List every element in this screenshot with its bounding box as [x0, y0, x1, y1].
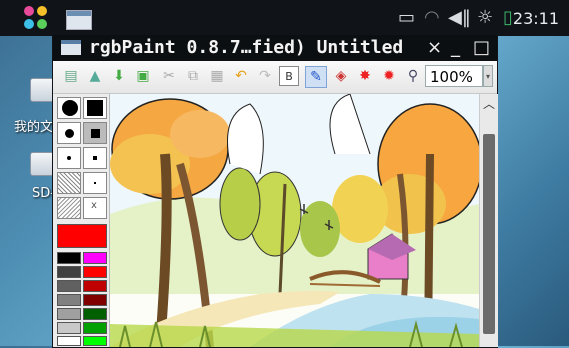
save-as-icon[interactable]: ▣ — [133, 66, 153, 86]
open-file-icon[interactable]: ▲ — [85, 66, 105, 86]
brush-square-medium[interactable] — [83, 122, 107, 144]
redo-icon[interactable]: ↷ — [255, 66, 275, 86]
color-swatch[interactable] — [83, 266, 107, 278]
color-swatch[interactable] — [57, 294, 81, 306]
brush-round-small[interactable] — [57, 147, 81, 169]
new-file-icon[interactable]: ▤ — [61, 66, 81, 86]
title-bar[interactable]: rgbPaint 0.8.7…fied) Untitled × _ □ — [53, 35, 497, 61]
volume-icon[interactable]: ◀‖ — [448, 8, 471, 28]
brush-square-small[interactable] — [83, 147, 107, 169]
color-swatch[interactable] — [57, 336, 81, 346]
color-swatch[interactable] — [83, 294, 107, 306]
save-icon[interactable]: ⬇ — [109, 66, 129, 86]
color-swatch[interactable] — [57, 266, 81, 278]
taskbar-window-icon[interactable] — [66, 10, 92, 30]
color-swatch[interactable] — [83, 308, 107, 320]
brush-square-large[interactable] — [83, 97, 107, 119]
zoom-select[interactable]: 100% — [425, 65, 483, 87]
color-swatch[interactable] — [57, 280, 81, 292]
scroll-up-icon[interactable]: ︿ — [482, 97, 496, 111]
color-swatch[interactable] — [83, 252, 107, 264]
copy-icon[interactable]: ⧉ — [183, 66, 203, 86]
scrollbar-thumb[interactable] — [483, 134, 495, 334]
color-swatch[interactable] — [83, 336, 107, 346]
status-bar: ▭ ◠ ◀‖ ☼ ▯ 23:11 — [0, 0, 569, 36]
toolbar: ▤ ▲ ⬇ ▣ ✂ ⧉ ▦ ↶ ↷ B ✎ ◈ ✸ ✹ ⚲ 100% ▾ — [53, 61, 497, 94]
close-button[interactable]: × — [427, 37, 442, 59]
color-swatch[interactable] — [57, 252, 81, 264]
paste-icon[interactable]: ▦ — [207, 66, 227, 86]
cut-icon[interactable]: ✂ — [159, 66, 179, 86]
spray-icon[interactable]: ✸ — [355, 66, 375, 86]
color-swatch[interactable] — [83, 280, 107, 292]
color-swatch[interactable] — [57, 322, 81, 334]
fill-icon[interactable]: ◈ — [331, 66, 351, 86]
vertical-scrollbar[interactable]: ︿ — [479, 94, 498, 347]
pencil-icon[interactable]: ✎ — [305, 66, 327, 88]
undo-icon[interactable]: ↶ — [231, 66, 251, 86]
magnify-icon[interactable]: ⚲ — [403, 66, 423, 86]
brush-dot-tiny[interactable] — [83, 172, 107, 194]
tray-icon[interactable]: ▭ — [398, 8, 415, 28]
app-launcher-icon[interactable] — [24, 6, 48, 30]
color-swatch[interactable] — [57, 308, 81, 320]
brush-round-medium[interactable] — [57, 122, 81, 144]
window-title: rgbPaint 0.8.7…fied) Untitled — [89, 37, 404, 58]
drawing-canvas[interactable] — [110, 94, 479, 347]
desktop-item-label[interactable]: 我的文 — [14, 116, 53, 135]
battery-icon[interactable]: ▯ — [503, 8, 513, 28]
clock: 23:11 — [512, 9, 559, 28]
wifi-icon[interactable]: ◠ — [424, 8, 440, 28]
text-tool-icon[interactable]: B — [279, 66, 299, 86]
minimize-button[interactable]: _ — [451, 37, 460, 59]
tool-palette: x — [53, 94, 110, 347]
star-brush-icon[interactable]: ✹ — [379, 66, 399, 86]
brush-x-tiny[interactable]: x — [83, 197, 107, 219]
brush-round-large[interactable] — [57, 97, 81, 119]
window-icon — [61, 40, 81, 55]
spray-pattern-large[interactable] — [57, 172, 81, 194]
maximize-button[interactable]: □ — [473, 37, 490, 59]
brightness-icon[interactable]: ☼ — [477, 8, 493, 28]
paint-window: rgbPaint 0.8.7…fied) Untitled × _ □ ▤ ▲ … — [52, 34, 498, 348]
active-color-swatch[interactable] — [57, 224, 107, 248]
chevron-down-icon[interactable]: ▾ — [483, 65, 493, 87]
spray-pattern-small[interactable] — [57, 197, 81, 219]
canvas-illustration — [110, 94, 479, 347]
color-swatch[interactable] — [83, 322, 107, 334]
